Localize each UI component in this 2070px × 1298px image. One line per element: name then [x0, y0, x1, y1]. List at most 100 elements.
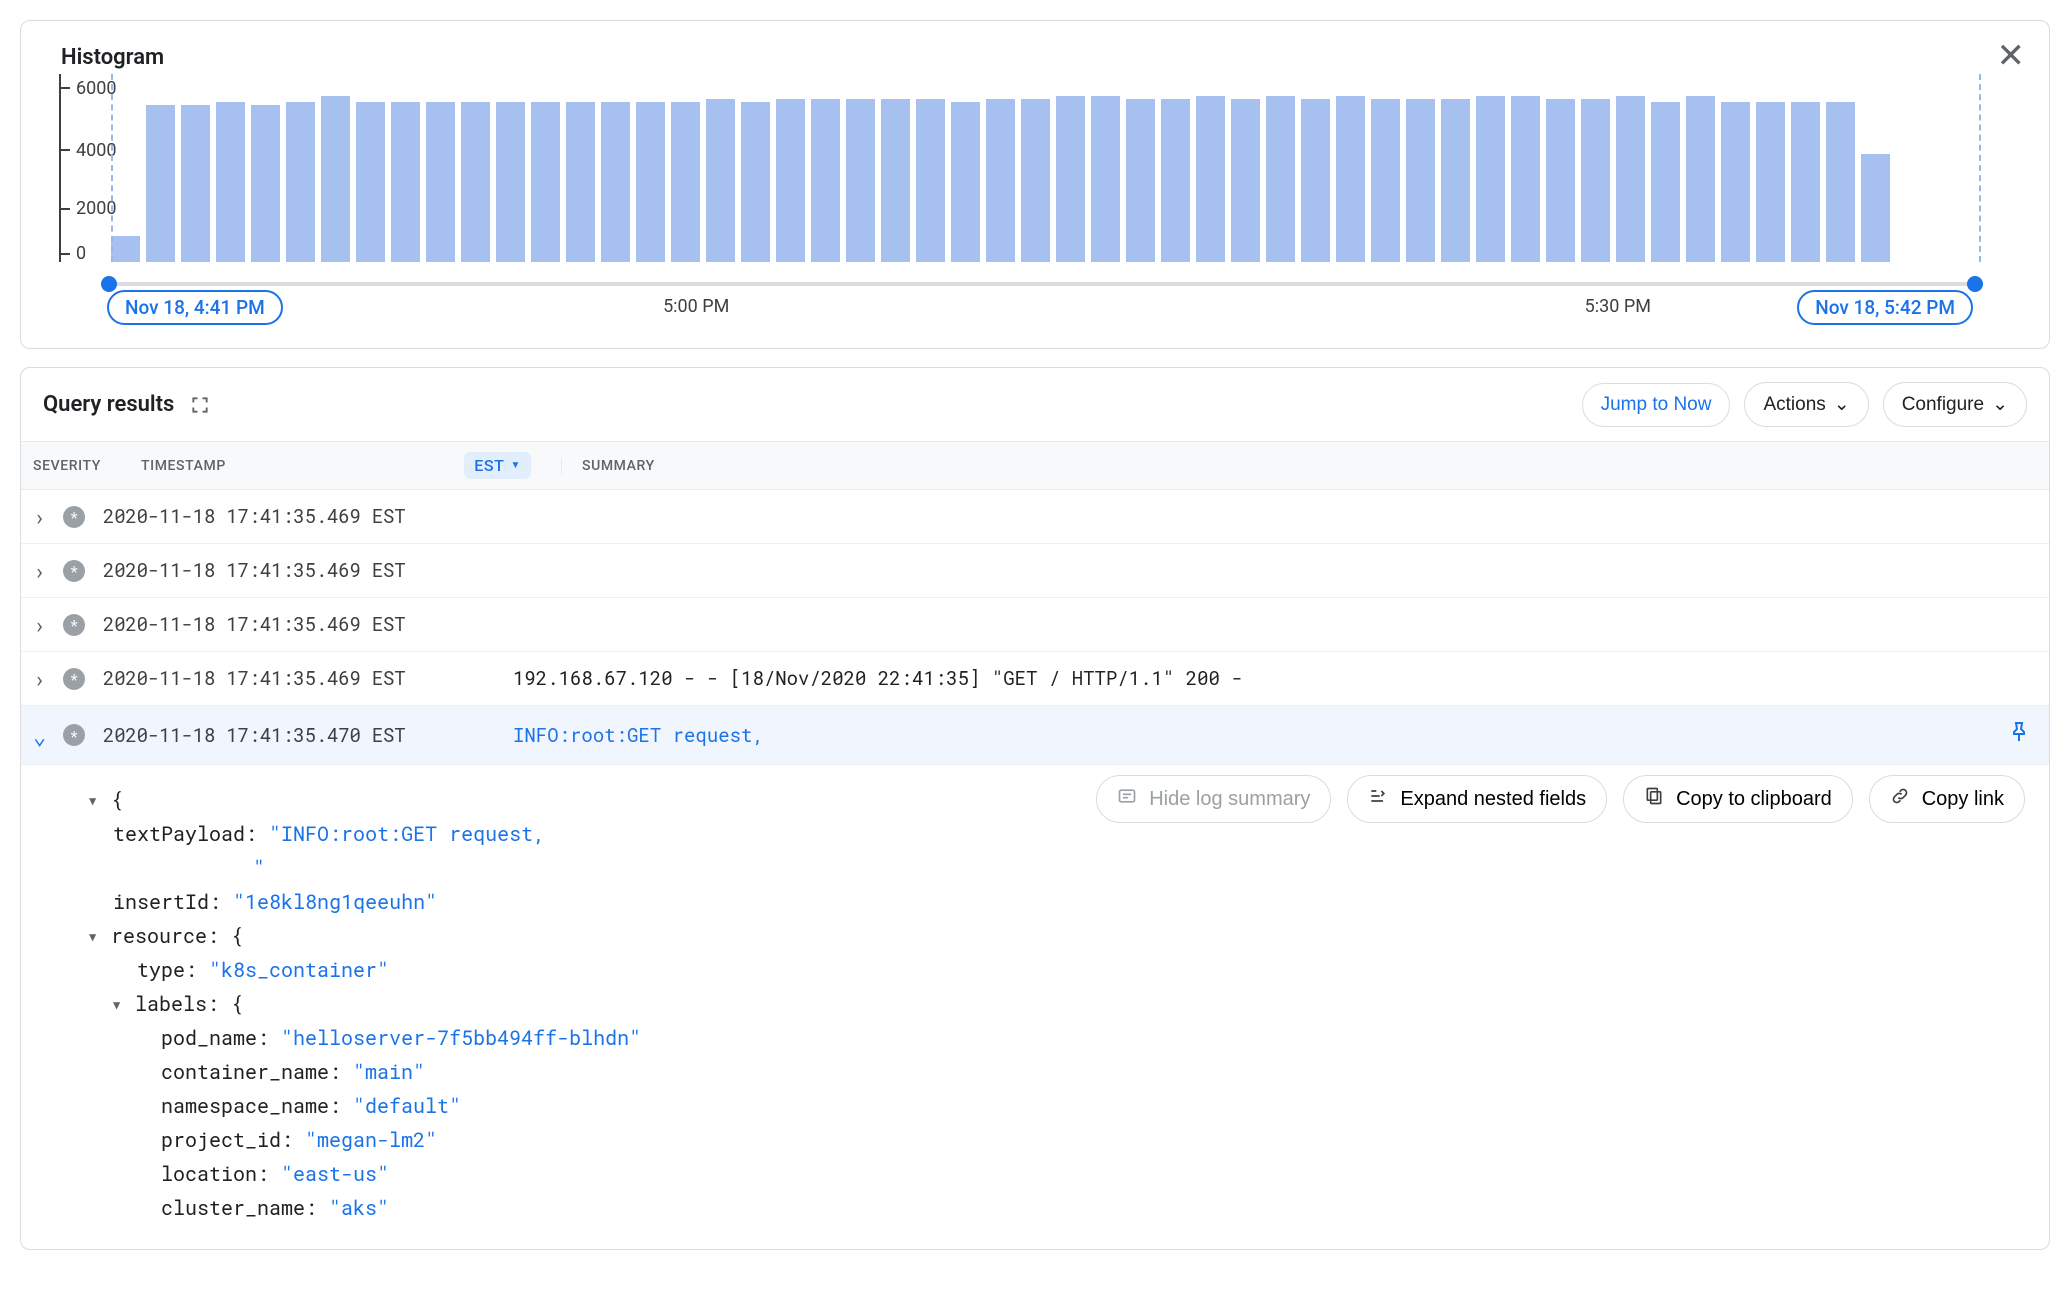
chevron-down-icon: ⌄ [1834, 393, 1850, 416]
histogram-bar[interactable] [496, 102, 525, 262]
histogram-bar[interactable] [986, 99, 1015, 262]
histogram-bar[interactable] [461, 102, 490, 262]
expand-chevron-icon[interactable]: › [33, 610, 57, 639]
histogram-bar[interactable] [1826, 102, 1855, 262]
chevron-down-icon: ▼ [511, 460, 522, 471]
histogram-bar[interactable] [1581, 99, 1610, 262]
histogram-bar[interactable] [146, 105, 175, 262]
histogram-bar[interactable] [531, 102, 560, 262]
col-timestamp: TIMESTAMP EST▼ [141, 452, 561, 479]
histogram-bar[interactable] [1511, 96, 1540, 262]
histogram-bar[interactable] [566, 102, 595, 262]
expand-chevron-icon[interactable]: › [33, 502, 57, 531]
x-tick-label: 5:30 PM [1585, 296, 1651, 317]
log-summary: 192.168.67.120 - - [18/Nov/2020 22:41:35… [483, 666, 2031, 691]
log-row[interactable]: ›*2020-11-18 17:41:35.469 EST192.168.67.… [21, 652, 2049, 706]
expand-nested-fields-button[interactable]: Expand nested fields [1347, 775, 1607, 823]
log-row-expanded[interactable]: ⌄ * 2020-11-18 17:41:35.470 EST INFO:roo… [21, 706, 2049, 765]
col-severity: SEVERITY [33, 458, 141, 474]
histogram-x-axis: Nov 18, 4:41 PM 5:00 PM 5:30 PM Nov 18, … [101, 288, 2021, 328]
log-timestamp: 2020-11-18 17:41:35.469 EST [103, 558, 483, 583]
histogram-bar[interactable] [1126, 99, 1155, 262]
time-range-slider[interactable] [101, 280, 2021, 288]
histogram-bar[interactable] [1616, 96, 1645, 262]
histogram-bar[interactable] [391, 102, 420, 262]
tree-toggle-icon[interactable]: ▼ [89, 791, 103, 811]
severity-dot-icon: * [63, 724, 85, 746]
histogram-bar[interactable] [1301, 99, 1330, 262]
histogram-bar[interactable] [706, 99, 735, 262]
histogram-bar[interactable] [181, 105, 210, 262]
histogram-bar[interactable] [811, 99, 840, 262]
histogram-bar[interactable] [1861, 154, 1890, 262]
histogram-bar[interactable] [846, 99, 875, 262]
log-row[interactable]: ›*2020-11-18 17:41:35.469 EST [21, 544, 2049, 598]
copy-link-button[interactable]: Copy link [1869, 775, 2025, 823]
timezone-selector[interactable]: EST▼ [464, 452, 531, 479]
range-start-pill[interactable]: Nov 18, 4:41 PM [107, 290, 283, 325]
actions-button[interactable]: Actions⌄ [1744, 382, 1868, 427]
jump-to-now-button[interactable]: Jump to Now [1582, 383, 1731, 427]
log-row[interactable]: ›*2020-11-18 17:41:35.469 EST [21, 598, 2049, 652]
histogram-bar[interactable] [1791, 102, 1820, 262]
histogram-bar[interactable] [111, 236, 140, 262]
clipboard-icon [1644, 786, 1664, 812]
collapse-chevron-icon[interactable]: ⌄ [33, 721, 57, 750]
histogram-bar[interactable] [356, 102, 385, 262]
pin-icon[interactable] [2007, 718, 2031, 752]
hide-log-summary-button[interactable]: Hide log summary [1096, 775, 1331, 823]
histogram-bar[interactable] [1196, 96, 1225, 262]
log-timestamp: 2020-11-18 17:41:35.469 EST [103, 666, 483, 691]
histogram-bar[interactable] [1371, 99, 1400, 262]
link-icon [1890, 786, 1910, 812]
tree-toggle-icon[interactable]: ▼ [113, 995, 127, 1015]
histogram-bar[interactable] [1476, 96, 1505, 262]
x-tick-label: 5:00 PM [663, 296, 729, 317]
histogram-bar[interactable] [1721, 102, 1750, 262]
histogram-bar[interactable] [1336, 96, 1365, 262]
query-results-card: Query results Jump to Now Actions⌄ Confi… [20, 367, 2050, 1250]
histogram-bar[interactable] [321, 96, 350, 262]
histogram-bar[interactable] [1406, 99, 1435, 262]
fullscreen-icon[interactable] [190, 395, 210, 415]
histogram-bar[interactable] [426, 102, 455, 262]
histogram-bar[interactable] [286, 102, 315, 262]
configure-button[interactable]: Configure⌄ [1883, 382, 2027, 427]
histogram-bar[interactable] [601, 102, 630, 262]
range-end-pill[interactable]: Nov 18, 5:42 PM [1797, 290, 1973, 325]
expand-chevron-icon[interactable]: › [33, 664, 57, 693]
histogram-bar[interactable] [1231, 99, 1260, 262]
histogram-bar[interactable] [216, 102, 245, 262]
histogram-bar[interactable] [1161, 99, 1190, 262]
histogram-bar[interactable] [1441, 99, 1470, 262]
close-icon[interactable]: ✕ [1997, 39, 2026, 73]
histogram-bar[interactable] [881, 99, 910, 262]
histogram-bar[interactable] [636, 102, 665, 262]
histogram-bar[interactable] [1021, 99, 1050, 262]
histogram-bar[interactable] [951, 102, 980, 262]
copy-to-clipboard-button[interactable]: Copy to clipboard [1623, 775, 1853, 823]
text-panel-icon [1117, 786, 1137, 812]
expand-chevron-icon[interactable]: › [33, 556, 57, 585]
chevron-down-icon: ⌄ [1992, 393, 2008, 416]
log-row[interactable]: ›*2020-11-18 17:41:35.469 EST [21, 490, 2049, 544]
histogram-bar[interactable] [1686, 96, 1715, 262]
histogram-bar[interactable] [1546, 99, 1575, 262]
histogram-bar[interactable] [671, 102, 700, 262]
y-tick-label: 0 [76, 243, 86, 264]
histogram-bar[interactable] [1756, 102, 1785, 262]
histogram-bar[interactable] [741, 102, 770, 262]
histogram-bar[interactable] [916, 99, 945, 262]
histogram-bar[interactable] [1056, 96, 1085, 262]
histogram-bar[interactable] [251, 105, 280, 262]
histogram-bar[interactable] [1651, 102, 1680, 262]
tree-toggle-icon[interactable]: ▼ [89, 927, 103, 947]
histogram-bar[interactable] [776, 99, 805, 262]
histogram-y-axis: 6000 4000 2000 0 [59, 74, 119, 262]
expand-tree-icon [1368, 786, 1388, 812]
histogram-bar[interactable] [1266, 96, 1295, 262]
query-results-title: Query results [43, 392, 174, 417]
histogram-bar[interactable] [1091, 96, 1120, 262]
log-json-viewer: ▼{ textPayload: "INFO:root:GET request, … [21, 777, 2049, 1249]
log-timestamp: 2020-11-18 17:41:35.469 EST [103, 612, 483, 637]
